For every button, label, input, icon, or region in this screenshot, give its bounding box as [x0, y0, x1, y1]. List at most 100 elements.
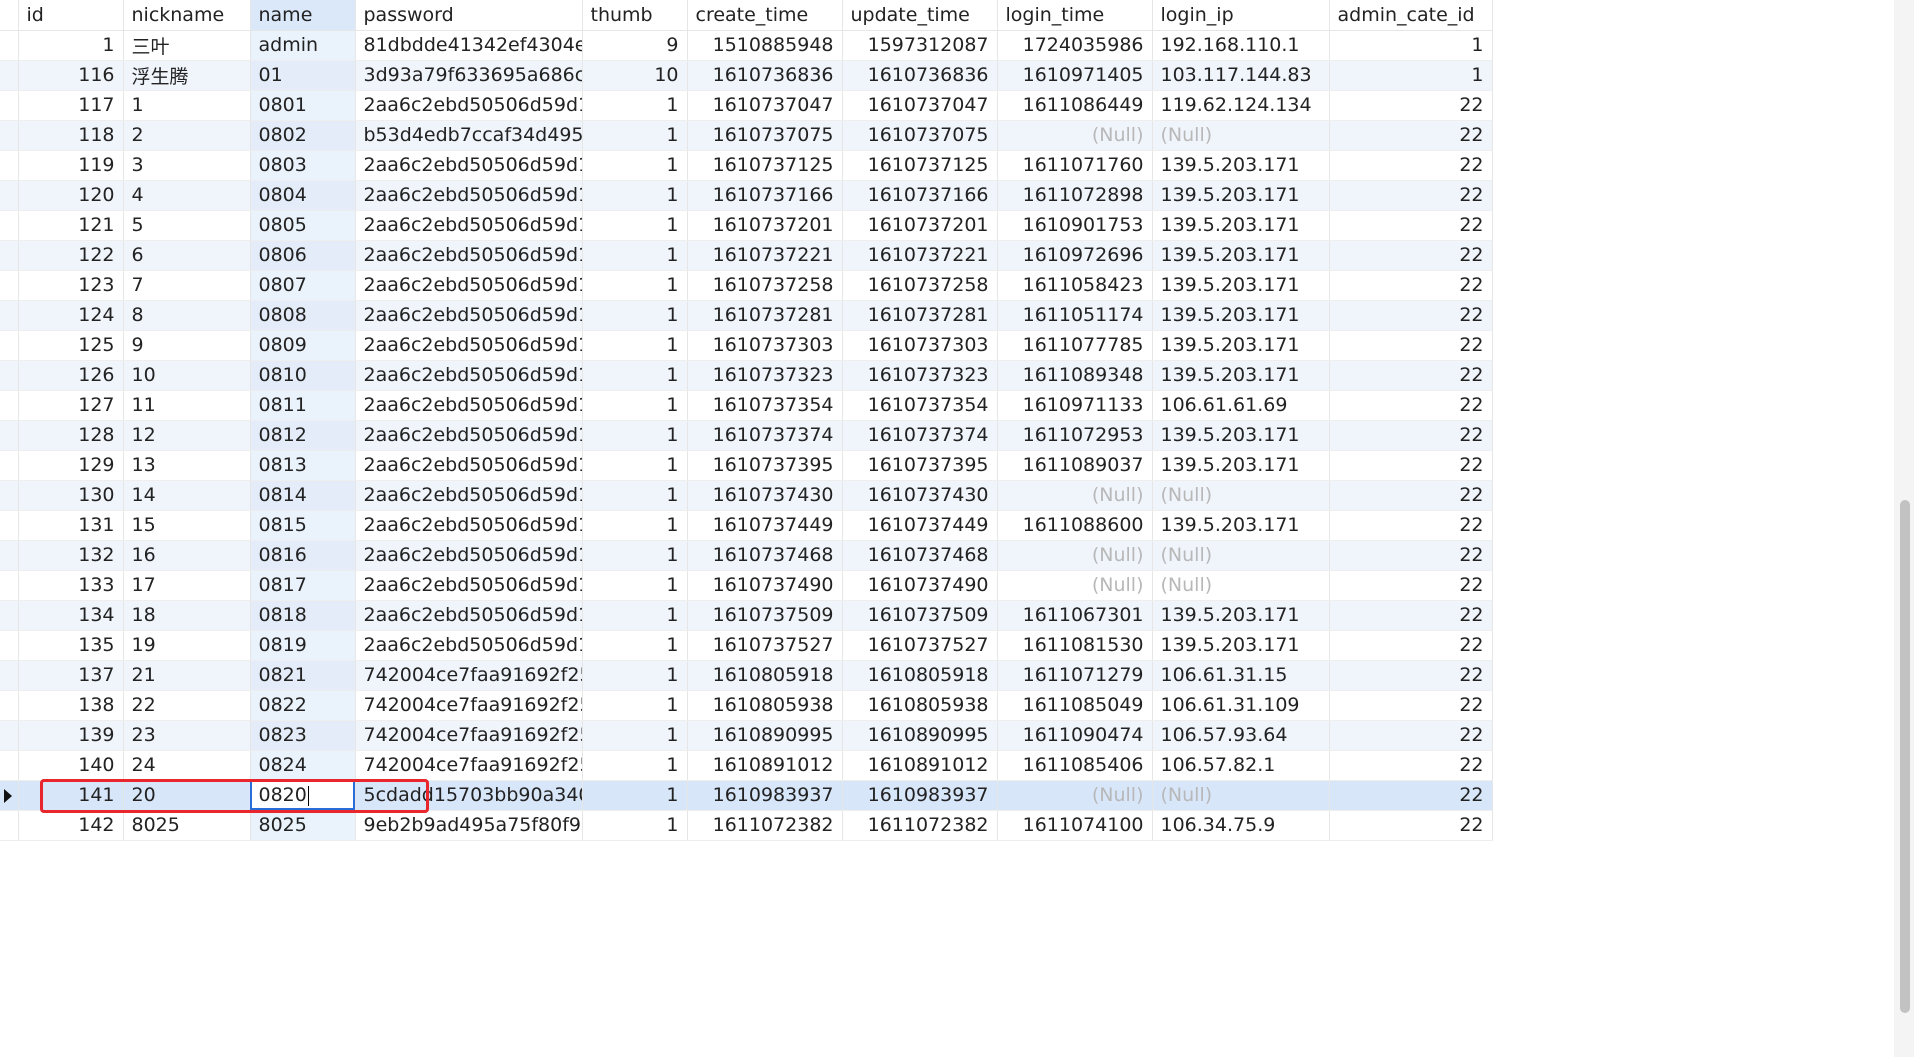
cell-password[interactable]: 2aa6c2ebd50506d59d1l	[355, 510, 583, 541]
cell-nickname[interactable]: 浮生腾	[123, 60, 251, 91]
table-row[interactable]: 123 7 0807 2aa6c2ebd50506d59d1l 1 1610737258 1…	[0, 270, 1493, 301]
cell-name[interactable]: 0816	[250, 540, 356, 571]
cell-login-ip[interactable]: 139.5.203.171	[1152, 150, 1330, 181]
cell-nickname[interactable]: 11	[123, 390, 251, 421]
cell-create-time[interactable]: 1610891012	[687, 750, 843, 781]
cell-login-time[interactable]: 1611086449	[997, 90, 1153, 121]
cell-update-time[interactable]: 1610737047	[842, 90, 998, 121]
cell-id[interactable]: 119	[18, 150, 124, 181]
table-row[interactable]: 133 17 0817 2aa6c2ebd50506d59d1l 1 1610737490…	[0, 570, 1493, 601]
cell-create-time[interactable]: 1610737281	[687, 300, 843, 331]
cell-login-ip[interactable]: 139.5.203.171	[1152, 270, 1330, 301]
cell-create-time[interactable]: 1610737374	[687, 420, 843, 451]
cell-password[interactable]: 2aa6c2ebd50506d59d1l	[355, 210, 583, 241]
cell-thumb[interactable]: 1	[582, 90, 688, 121]
cell-create-time[interactable]: 1610737075	[687, 120, 843, 151]
cell-name[interactable]: 0809	[250, 330, 356, 361]
cell-nickname[interactable]: 15	[123, 510, 251, 541]
row-indicator[interactable]	[0, 630, 19, 661]
cell-nickname[interactable]: 19	[123, 630, 251, 661]
cell-admin-cate-id[interactable]: 22	[1329, 180, 1493, 211]
cell-id[interactable]: 123	[18, 270, 124, 301]
column-header-login-ip[interactable]: login_ip	[1152, 0, 1330, 31]
cell-create-time[interactable]: 1610805918	[687, 660, 843, 691]
cell-name[interactable]: 0819	[250, 630, 356, 661]
cell-nickname[interactable]: 18	[123, 600, 251, 631]
cell-password[interactable]: 2aa6c2ebd50506d59d1l	[355, 480, 583, 511]
cell-admin-cate-id[interactable]: 22	[1329, 210, 1493, 241]
cell-update-time[interactable]: 1610805918	[842, 660, 998, 691]
row-indicator[interactable]	[0, 390, 19, 421]
cell-update-time[interactable]: 1610736836	[842, 60, 998, 91]
cell-admin-cate-id[interactable]: 22	[1329, 510, 1493, 541]
row-indicator[interactable]	[0, 810, 19, 841]
row-indicator[interactable]	[0, 600, 19, 631]
cell-admin-cate-id[interactable]: 22	[1329, 630, 1493, 661]
cell-name[interactable]: 8025	[250, 810, 356, 841]
cell-nickname[interactable]: 5	[123, 210, 251, 241]
cell-update-time[interactable]: 1610737490	[842, 570, 998, 601]
table-row[interactable]: 140 24 0824 742004ce7faa91692f251 1 161089101…	[0, 750, 1493, 781]
cell-create-time[interactable]: 1610737395	[687, 450, 843, 481]
cell-password[interactable]: 2aa6c2ebd50506d59d1l	[355, 630, 583, 661]
cell-id[interactable]: 140	[18, 750, 124, 781]
cell-login-time[interactable]: (Null)	[997, 570, 1153, 601]
cell-name[interactable]: 0807	[250, 270, 356, 301]
cell-id[interactable]: 129	[18, 450, 124, 481]
cell-login-time[interactable]: (Null)	[997, 480, 1153, 511]
cell-update-time[interactable]: 1610890995	[842, 720, 998, 751]
table-row[interactable]: 125 9 0809 2aa6c2ebd50506d59d1l 1 1610737303 1…	[0, 330, 1493, 361]
cell-login-time[interactable]: (Null)	[997, 540, 1153, 571]
cell-create-time[interactable]: 1610737323	[687, 360, 843, 391]
cell-login-ip[interactable]: 192.168.110.1	[1152, 30, 1330, 61]
cell-admin-cate-id[interactable]: 22	[1329, 690, 1493, 721]
cell-id[interactable]: 124	[18, 300, 124, 331]
cell-update-time[interactable]: 1610737166	[842, 180, 998, 211]
cell-login-ip[interactable]: 139.5.203.171	[1152, 330, 1330, 361]
cell-admin-cate-id[interactable]: 22	[1329, 300, 1493, 331]
column-header-password[interactable]: password	[355, 0, 583, 31]
table-row[interactable]: 134 18 0818 2aa6c2ebd50506d59d1l 1 1610737509…	[0, 600, 1493, 631]
cell-login-time[interactable]: 1611071760	[997, 150, 1153, 181]
cell-name[interactable]: 0824	[250, 750, 356, 781]
row-indicator[interactable]	[0, 540, 19, 571]
cell-id[interactable]: 120	[18, 180, 124, 211]
cell-login-time[interactable]: 1611085049	[997, 690, 1153, 721]
cell-password[interactable]: 742004ce7faa91692f251	[355, 690, 583, 721]
cell-admin-cate-id[interactable]: 22	[1329, 750, 1493, 781]
cell-create-time[interactable]: 1610736836	[687, 60, 843, 91]
cell-password[interactable]: 742004ce7faa91692f251	[355, 750, 583, 781]
cell-name[interactable]: 0813	[250, 450, 356, 481]
cell-thumb[interactable]: 1	[582, 270, 688, 301]
cell-id[interactable]: 132	[18, 540, 124, 571]
table-row[interactable]: 120 4 0804 2aa6c2ebd50506d59d1l 1 1610737166 1…	[0, 180, 1493, 211]
cell-login-time[interactable]: 1611071279	[997, 660, 1153, 691]
row-indicator[interactable]	[0, 360, 19, 391]
cell-update-time[interactable]: 1610737374	[842, 420, 998, 451]
column-header-id[interactable]: id	[18, 0, 124, 31]
cell-password[interactable]: 2aa6c2ebd50506d59d1l	[355, 90, 583, 121]
cell-name[interactable]: 0805	[250, 210, 356, 241]
cell-login-ip[interactable]: 119.62.124.134	[1152, 90, 1330, 121]
cell-login-time[interactable]: 1611088600	[997, 510, 1153, 541]
table-row[interactable]: 130 14 0814 2aa6c2ebd50506d59d1l 1 1610737430…	[0, 480, 1493, 511]
cell-update-time[interactable]: 1597312087	[842, 30, 998, 61]
cell-nickname[interactable]: 24	[123, 750, 251, 781]
cell-name[interactable]: 0808	[250, 300, 356, 331]
cell-thumb[interactable]: 1	[582, 120, 688, 151]
row-indicator[interactable]	[0, 660, 19, 691]
cell-login-ip[interactable]: 139.5.203.171	[1152, 180, 1330, 211]
table-row[interactable]: 1 三叶 admin 81dbdde41342ef4304ec 9 1510885948 1…	[0, 30, 1493, 61]
cell-thumb[interactable]: 1	[582, 660, 688, 691]
cell-name-value[interactable]: 0820	[259, 784, 307, 806]
cell-admin-cate-id[interactable]: 22	[1329, 540, 1493, 571]
cell-password[interactable]: 9eb2b9ad495a75f80f9c	[355, 810, 583, 841]
cell-admin-cate-id[interactable]: 22	[1329, 780, 1493, 811]
cell-thumb[interactable]: 1	[582, 510, 688, 541]
cell-login-time[interactable]: 1611074100	[997, 810, 1153, 841]
cell-thumb[interactable]: 1	[582, 420, 688, 451]
row-indicator[interactable]	[0, 420, 19, 451]
cell-name[interactable]: admin	[250, 30, 356, 61]
cell-id[interactable]: 118	[18, 120, 124, 151]
cell-thumb[interactable]: 1	[582, 390, 688, 421]
